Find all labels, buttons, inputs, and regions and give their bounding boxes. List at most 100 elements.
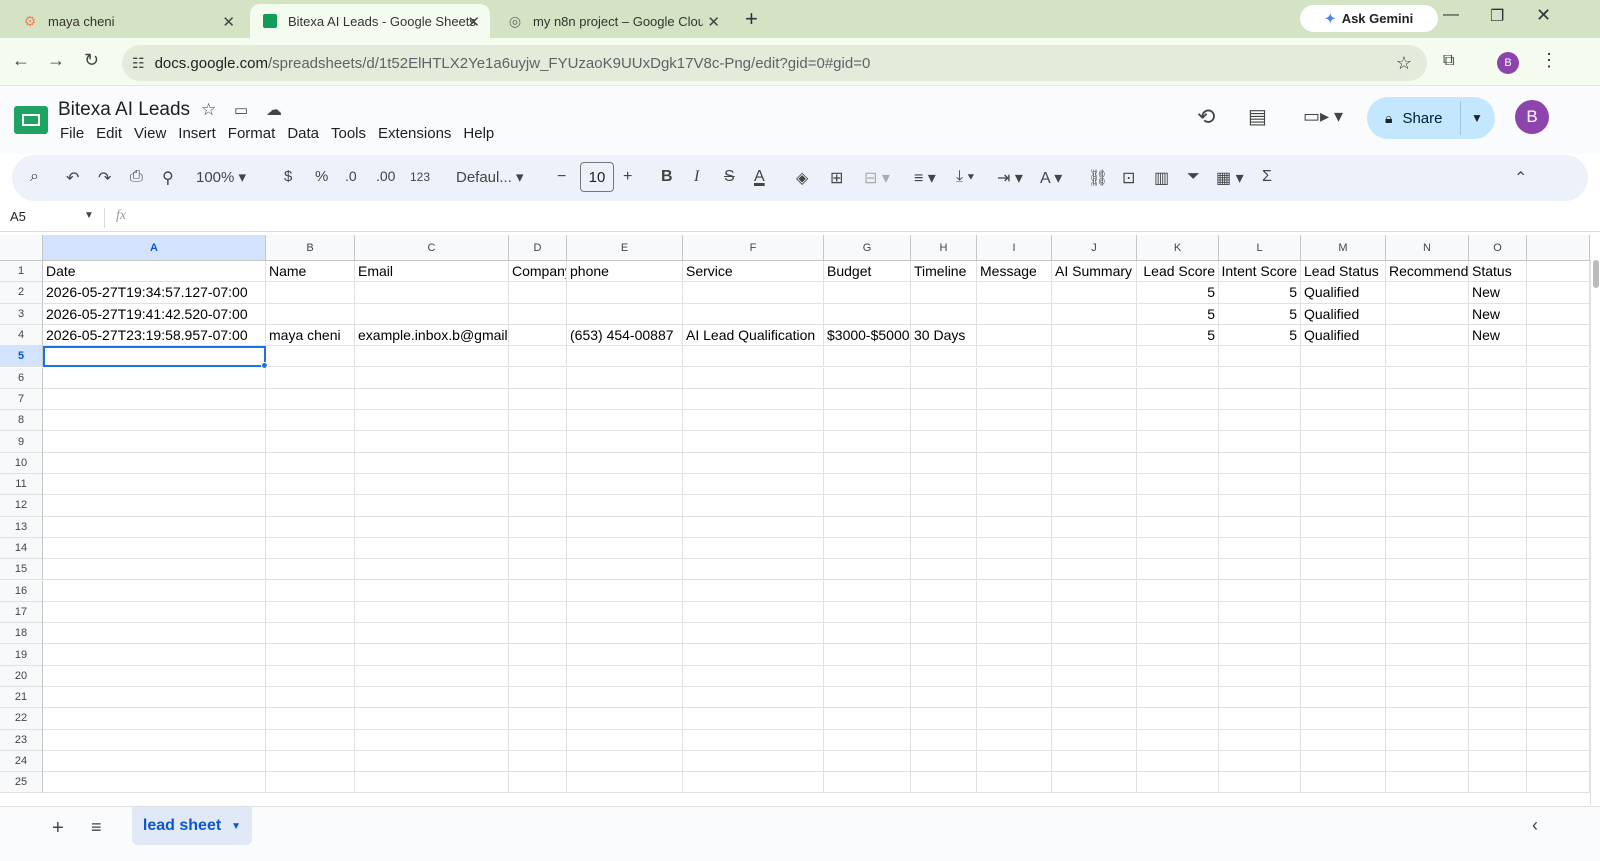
browser-profile-avatar[interactable]: B (1497, 52, 1519, 74)
cell-m9[interactable] (1301, 431, 1386, 453)
cell-l6[interactable] (1219, 367, 1301, 389)
cell-j13[interactable] (1052, 516, 1137, 538)
cell-l22[interactable] (1219, 708, 1301, 730)
cell-m17[interactable] (1301, 601, 1386, 624)
cell-n16[interactable] (1386, 580, 1469, 602)
cell-i16[interactable] (977, 580, 1052, 602)
cell-l17[interactable] (1219, 601, 1301, 624)
cell-k23[interactable] (1137, 729, 1219, 751)
cell-n1[interactable]: Recommended (1386, 261, 1469, 283)
cell-h18[interactable] (911, 623, 977, 645)
cell-f10[interactable] (683, 452, 824, 474)
cell-m22[interactable] (1301, 708, 1386, 730)
cell-i21[interactable] (977, 687, 1052, 709)
cell-n19[interactable] (1386, 644, 1469, 666)
cell-l20[interactable] (1219, 665, 1301, 687)
cell-m11[interactable] (1301, 474, 1386, 496)
cell-o1[interactable]: Status (1469, 261, 1527, 283)
cell-f17[interactable] (683, 601, 824, 624)
cell-f9[interactable] (683, 431, 824, 453)
reload-icon[interactable]: ↻ (84, 50, 99, 71)
cell-j23[interactable] (1052, 729, 1137, 751)
cell-c17[interactable] (355, 601, 509, 624)
cell-o9[interactable] (1469, 431, 1527, 453)
row-header[interactable]: 17 (0, 601, 43, 624)
cell-a2[interactable]: 2026-05-27T19:34:57.127-07:00 (43, 282, 266, 304)
cell-g12[interactable] (824, 495, 911, 517)
column-header-n[interactable]: N (1386, 235, 1469, 261)
cell-g3[interactable] (824, 303, 911, 325)
column-header-c[interactable]: C (355, 235, 509, 261)
cell-i13[interactable] (977, 516, 1052, 538)
cell-j14[interactable] (1052, 537, 1137, 560)
sheets-logo[interactable] (14, 106, 48, 134)
cell-c23[interactable] (355, 729, 509, 751)
menu-data[interactable]: Data (287, 125, 319, 142)
cell-c13[interactable] (355, 516, 509, 538)
row-header[interactable]: 24 (0, 750, 43, 773)
cell-g15[interactable] (824, 559, 911, 581)
cell-j21[interactable] (1052, 687, 1137, 709)
cell-l2[interactable]: 5 (1219, 282, 1301, 304)
cell-c21[interactable] (355, 687, 509, 709)
cell-g5[interactable] (824, 346, 911, 368)
merge-cells-icon[interactable]: ⊟ ▾ (864, 168, 890, 188)
cell-j24[interactable] (1052, 750, 1137, 773)
cell-i22[interactable] (977, 708, 1052, 730)
cell-o10[interactable] (1469, 452, 1527, 474)
select-all-corner[interactable] (0, 235, 43, 261)
cell-h2[interactable] (911, 282, 977, 304)
cell-n20[interactable] (1386, 665, 1469, 687)
bold-icon[interactable]: B (661, 168, 673, 186)
cell-c4[interactable]: example.inbox.b@gmail.com (355, 324, 509, 347)
menu-extensions[interactable]: Extensions (378, 125, 451, 142)
cell-b7[interactable] (266, 388, 355, 411)
cell-b20[interactable] (266, 665, 355, 687)
cell-b8[interactable] (266, 410, 355, 432)
minimize-button[interactable]: — (1443, 6, 1459, 24)
cell-g22[interactable] (824, 708, 911, 730)
cell-b12[interactable] (266, 495, 355, 517)
fill-color-icon[interactable]: ◈ (796, 168, 808, 188)
cell-l16[interactable] (1219, 580, 1301, 602)
cell-o16[interactable] (1469, 580, 1527, 602)
cell-h6[interactable] (911, 367, 977, 389)
insert-chart-icon[interactable]: ▥ (1154, 168, 1169, 188)
cell-b18[interactable] (266, 623, 355, 645)
cell-d2[interactable] (509, 282, 567, 304)
cell-i5[interactable] (977, 346, 1052, 368)
cell-b23[interactable] (266, 729, 355, 751)
cell-b24[interactable] (266, 750, 355, 773)
cell-k1[interactable]: Lead Score (1137, 261, 1219, 283)
cell-b25[interactable] (266, 772, 355, 794)
cell-i8[interactable] (977, 410, 1052, 432)
cell-g14[interactable] (824, 537, 911, 560)
cell-l3[interactable]: 5 (1219, 303, 1301, 325)
cell-a23[interactable] (43, 729, 266, 751)
cell-e10[interactable] (567, 452, 683, 474)
cell-b11[interactable] (266, 474, 355, 496)
cell-g20[interactable] (824, 665, 911, 687)
url-bar[interactable]: ☷ docs.google.com/spreadsheets/d/1t52ElH… (122, 45, 1427, 81)
search-icon[interactable]: ⌕ (30, 168, 39, 186)
cell-c1[interactable]: Email (355, 261, 509, 283)
cell-n11[interactable] (1386, 474, 1469, 496)
cell-c8[interactable] (355, 410, 509, 432)
cell-d12[interactable] (509, 495, 567, 517)
cell-k14[interactable] (1137, 537, 1219, 560)
cell-d16[interactable] (509, 580, 567, 602)
decrease-decimal-button[interactable]: .0 (345, 168, 357, 184)
cell-g13[interactable] (824, 516, 911, 538)
cell-i10[interactable] (977, 452, 1052, 474)
cell-e9[interactable] (567, 431, 683, 453)
cell-e25[interactable] (567, 772, 683, 794)
cell-i14[interactable] (977, 537, 1052, 560)
cell-l19[interactable] (1219, 644, 1301, 666)
row-header[interactable]: 1 (0, 261, 43, 283)
browser-tab-sheets[interactable]: Bitexa AI Leads - Google Sheets ✕ (250, 4, 490, 38)
cell-d17[interactable] (509, 601, 567, 624)
cell-l21[interactable] (1219, 687, 1301, 709)
cell-g21[interactable] (824, 687, 911, 709)
cell-o13[interactable] (1469, 516, 1527, 538)
row-header[interactable]: 5 (0, 346, 43, 368)
